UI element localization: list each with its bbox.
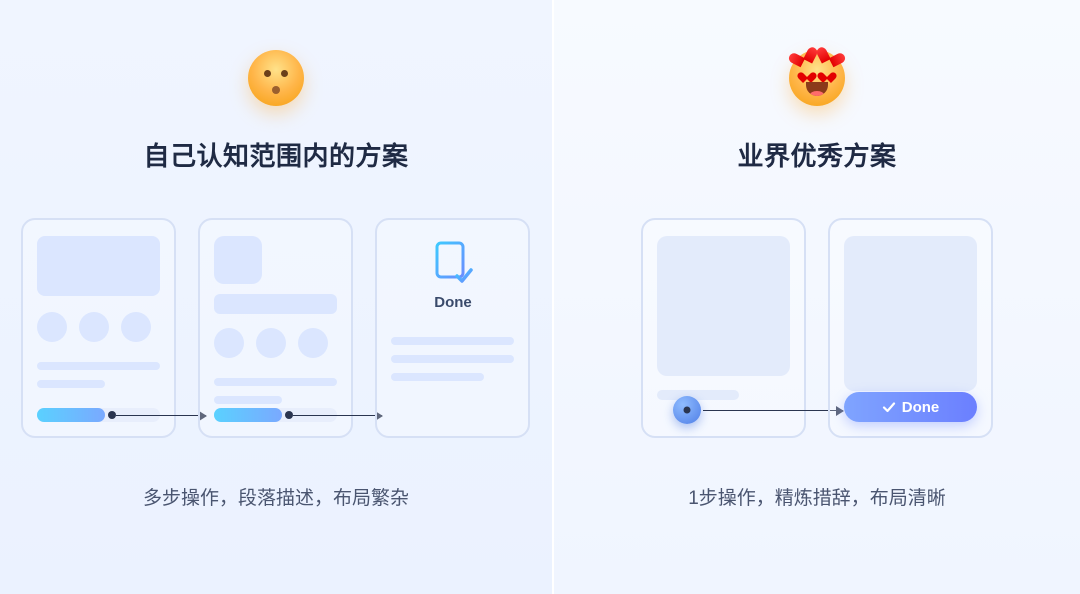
heart-eye-icon xyxy=(821,68,833,78)
heart-eyes-face-icon xyxy=(789,50,845,106)
card-simple-done: Done xyxy=(828,218,993,438)
progress-fill xyxy=(37,408,105,422)
card-simple-1 xyxy=(641,218,806,438)
document-check-icon xyxy=(433,240,473,286)
neutral-face-icon xyxy=(248,50,304,106)
card-step-2 xyxy=(198,218,353,438)
heart-icon xyxy=(791,42,813,63)
placeholder-dot xyxy=(37,312,67,342)
card-step-1 xyxy=(21,218,176,438)
placeholder-block xyxy=(844,236,977,391)
heart-icon xyxy=(821,42,843,63)
progress-fill xyxy=(214,408,282,422)
smile-mouth-icon xyxy=(806,82,828,96)
placeholder-dot xyxy=(256,328,286,358)
placeholder-line xyxy=(214,378,337,386)
slider-knob-icon xyxy=(673,396,701,424)
placeholder-line xyxy=(214,396,282,404)
placeholder-line xyxy=(391,373,483,381)
placeholder-block xyxy=(214,294,337,314)
placeholder-dot xyxy=(298,328,328,358)
placeholder-line xyxy=(37,380,105,388)
done-button-label: Done xyxy=(902,399,940,416)
knob-dot-icon xyxy=(684,407,691,414)
left-title: 自己认知范围内的方案 xyxy=(143,136,408,173)
right-cards-row: Done xyxy=(641,218,993,438)
placeholder-square xyxy=(214,236,262,284)
placeholder-line xyxy=(37,362,160,370)
done-label: Done xyxy=(434,294,472,311)
heart-eye-icon xyxy=(801,68,813,78)
panel-best-practice: 业界优秀方案 Done 1步操作，精炼措辞，布局清晰 xyxy=(554,0,1080,594)
panel-own-solution: 自己认知范围内的方案 xyxy=(0,0,552,594)
left-caption: 多步操作，段落描述，布局繁杂 xyxy=(143,483,409,510)
placeholder-dot xyxy=(79,312,109,342)
card-step-done: Done xyxy=(375,218,530,438)
placeholder-line xyxy=(657,390,739,400)
check-icon xyxy=(882,400,896,414)
dot-row xyxy=(214,328,337,358)
arrow-right-icon xyxy=(703,410,843,412)
done-lines xyxy=(391,337,514,391)
done-button: Done xyxy=(844,392,977,422)
placeholder-line xyxy=(391,337,514,345)
left-cards-row: Done xyxy=(21,218,530,438)
neutral-mouth-icon xyxy=(272,86,280,94)
placeholder-dot xyxy=(214,328,244,358)
arrow-right-icon xyxy=(116,415,206,417)
placeholder-line xyxy=(391,355,514,363)
right-caption: 1步操作，精炼措辞，布局清晰 xyxy=(688,483,946,510)
arrow-right-icon xyxy=(293,415,382,417)
dot-row xyxy=(37,312,160,342)
right-title: 业界优秀方案 xyxy=(737,136,896,173)
placeholder-block xyxy=(657,236,790,376)
placeholder-block xyxy=(37,236,160,296)
placeholder-dot xyxy=(121,312,151,342)
